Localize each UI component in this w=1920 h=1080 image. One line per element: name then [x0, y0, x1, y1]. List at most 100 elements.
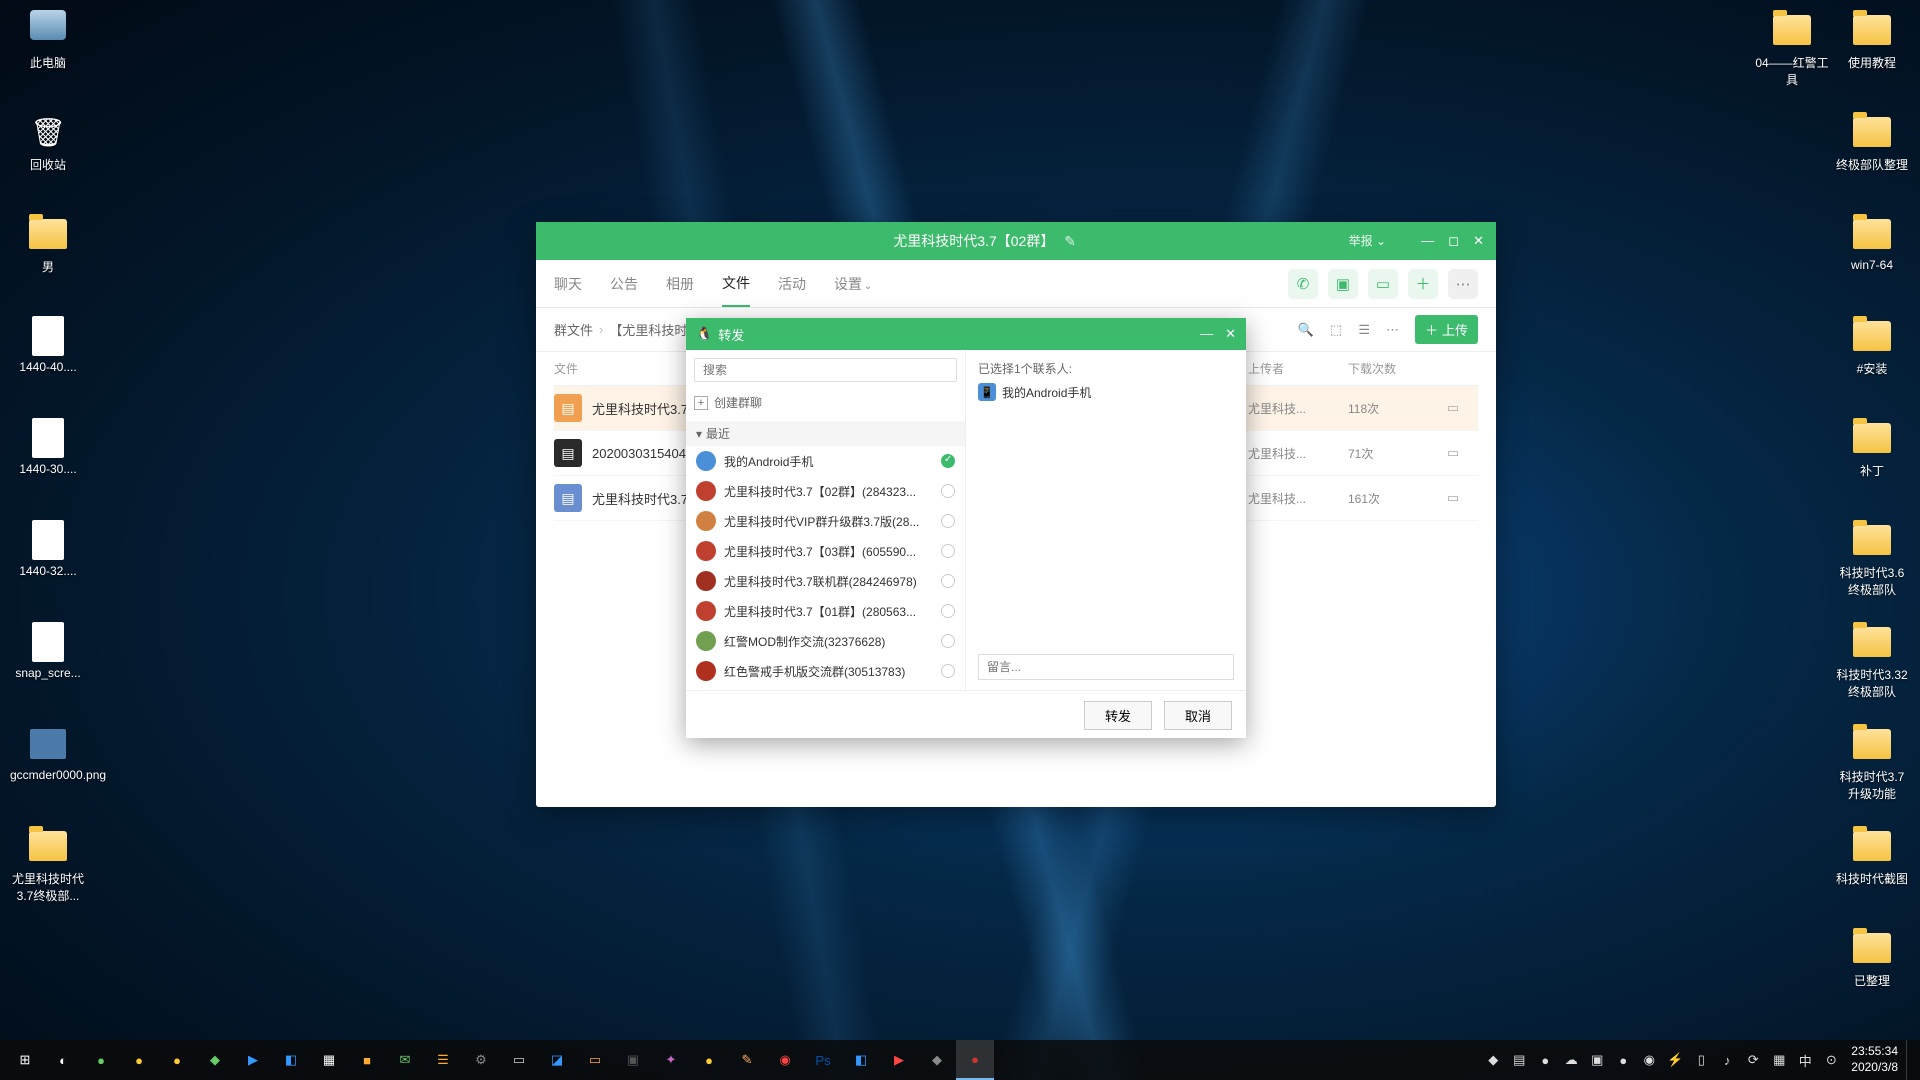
taskbar-app[interactable]: ◪	[538, 1040, 576, 1080]
fwd-close[interactable]: ✕	[1225, 326, 1236, 342]
taskbar-app[interactable]: ◆	[918, 1040, 956, 1080]
desktop-icon-04——红警工具[interactable]: 04——红警工具	[1754, 10, 1830, 88]
taskbar-app[interactable]: ◆	[196, 1040, 234, 1080]
forward-contact[interactable]: 红色警戒手机版交流群(30513783)	[686, 656, 965, 686]
create-group-button[interactable]: +创建群聊	[694, 390, 957, 415]
tray-icon[interactable]: ●	[1611, 1040, 1635, 1080]
tray-icon[interactable]: ▦	[1767, 1040, 1791, 1080]
desktop-icon-#安装[interactable]: #安装	[1834, 316, 1910, 377]
folder-icon[interactable]: ▭	[1428, 445, 1478, 461]
taskbar-app[interactable]: ⊞	[6, 1040, 44, 1080]
tray-icon[interactable]: ⊙	[1819, 1040, 1843, 1080]
folder-icon[interactable]: ▭	[1428, 490, 1478, 506]
recent-section[interactable]: ▾最近	[686, 421, 965, 446]
taskbar-app[interactable]: ▦	[310, 1040, 348, 1080]
tray-icon[interactable]: ◆	[1481, 1040, 1505, 1080]
fwd-minimize[interactable]: —	[1200, 326, 1213, 342]
forward-contact[interactable]: 尤里科技时代3.7【01群】(280563...	[686, 596, 965, 626]
tray-icon[interactable]: ☁	[1559, 1040, 1583, 1080]
edit-title-icon[interactable]: ✎	[1064, 233, 1076, 249]
forward-search-input[interactable]	[694, 358, 957, 382]
forward-contact[interactable]: 尤里科技时代3.7【02群】(284323...	[686, 476, 965, 506]
desktop-icon-1440-30....[interactable]: 1440-30....	[10, 418, 86, 476]
taskbar-app[interactable]: ▶	[234, 1040, 272, 1080]
call-icon[interactable]: ✆	[1288, 269, 1318, 299]
desktop-icon-win7-64[interactable]: win7-64	[1834, 214, 1910, 272]
tab-announce[interactable]: 公告	[610, 262, 638, 306]
desktop-icon-终极部队整理[interactable]: 终极部队整理	[1834, 112, 1910, 173]
tray-icon[interactable]: ⟳	[1741, 1040, 1765, 1080]
add-icon[interactable]: ＋	[1408, 269, 1438, 299]
tab-files[interactable]: 文件	[722, 261, 750, 307]
desktop-icon-尤里科技时代3.7终极部...[interactable]: 尤里科技时代3.7终极部...	[10, 826, 86, 904]
taskbar-app[interactable]: ■	[348, 1040, 386, 1080]
tab-album[interactable]: 相册	[666, 262, 694, 306]
search-icon[interactable]: 🔍	[1298, 322, 1314, 338]
close-button[interactable]: ✕	[1473, 233, 1484, 249]
forward-contact[interactable]: 尤里科技时代VIP群升级群3.7版(28...	[686, 506, 965, 536]
tray-icon[interactable]: 中	[1793, 1040, 1817, 1080]
forward-contact[interactable]: 红警MOD制作交流(32376628)	[686, 626, 965, 656]
forward-contact[interactable]: 红警2交流群(324981846)	[686, 686, 965, 690]
contact-radio[interactable]	[941, 454, 955, 468]
tab-activity[interactable]: 活动	[778, 262, 806, 306]
desktop-icon-回收站[interactable]: 🗑回收站	[10, 112, 86, 173]
desktop-icon-科技时代截图[interactable]: 科技时代截图	[1834, 826, 1910, 887]
contact-radio[interactable]	[941, 514, 955, 528]
desktop-icon-男[interactable]: 男	[10, 214, 86, 275]
forward-contact[interactable]: 尤里科技时代3.7【03群】(605590...	[686, 536, 965, 566]
report-link[interactable]: 举报 ⌄	[1349, 232, 1386, 249]
forward-message-input[interactable]	[978, 654, 1234, 680]
selected-contact[interactable]: 📱 我的Android手机	[978, 383, 1234, 401]
contact-radio[interactable]	[941, 484, 955, 498]
breadcrumb-root[interactable]: 群文件	[554, 320, 593, 339]
desktop-icon-使用教程[interactable]: 使用教程	[1834, 10, 1910, 71]
taskbar-app[interactable]: ▭	[576, 1040, 614, 1080]
tray-icon[interactable]: ♪	[1715, 1040, 1739, 1080]
taskbar-app[interactable]: ✦	[652, 1040, 690, 1080]
list-icon[interactable]: ☰	[1358, 322, 1370, 338]
contact-radio[interactable]	[941, 634, 955, 648]
desktop-icon-gccmder0000.png[interactable]: gccmder0000.png	[10, 724, 86, 782]
breadcrumb-current[interactable]: 【尤里科技时	[609, 320, 687, 339]
tray-icon[interactable]: ▣	[1585, 1040, 1609, 1080]
taskbar-app[interactable]: ▣	[614, 1040, 652, 1080]
forward-contact[interactable]: 尤里科技时代3.7联机群(284246978)	[686, 566, 965, 596]
desktop-icon-已整理[interactable]: 已整理	[1834, 928, 1910, 989]
tray-icon[interactable]: ▯	[1689, 1040, 1713, 1080]
taskbar-app[interactable]: ✎	[728, 1040, 766, 1080]
desktop-icon-此电脑[interactable]: 此电脑	[10, 10, 86, 71]
forward-titlebar[interactable]: 🐧 转发 — ✕	[686, 318, 1246, 350]
taskbar-app[interactable]: ▶	[880, 1040, 918, 1080]
tray-icon[interactable]: ●	[1533, 1040, 1557, 1080]
taskbar-app[interactable]: ●	[690, 1040, 728, 1080]
tray-icon[interactable]: ⚡	[1663, 1040, 1687, 1080]
taskbar-app[interactable]: ●	[956, 1040, 994, 1080]
taskbar-app[interactable]: Ps	[804, 1040, 842, 1080]
show-desktop-button[interactable]	[1906, 1040, 1914, 1080]
tray-icon[interactable]: ◉	[1637, 1040, 1661, 1080]
contact-radio[interactable]	[941, 664, 955, 678]
desktop-icon-科技时代3.7升级功能[interactable]: 科技时代3.7升级功能	[1834, 724, 1910, 802]
desktop-icon-1440-32....[interactable]: 1440-32....	[10, 520, 86, 578]
desktop-icon-科技时代3.32终极部队[interactable]: 科技时代3.32终极部队	[1834, 622, 1910, 700]
taskbar-app[interactable]: ⚙	[462, 1040, 500, 1080]
forward-cancel-button[interactable]: 取消	[1164, 701, 1232, 730]
desktop-icon-snap_scre...[interactable]: snap_scre...	[10, 622, 86, 680]
contact-radio[interactable]	[941, 544, 955, 558]
taskbar-app[interactable]: ●	[120, 1040, 158, 1080]
taskbar-app[interactable]: ▭	[500, 1040, 538, 1080]
more-tools-icon[interactable]: ⋯	[1386, 322, 1399, 338]
taskbar-app[interactable]: ◉	[766, 1040, 804, 1080]
contact-radio[interactable]	[941, 574, 955, 588]
desktop-icon-1440-40....[interactable]: 1440-40....	[10, 316, 86, 374]
more-icon[interactable]: ⋯	[1448, 269, 1478, 299]
taskbar-clock[interactable]: 23:55:34 2020/3/8	[1843, 1044, 1906, 1075]
contact-radio[interactable]	[941, 604, 955, 618]
folder-icon[interactable]: ▭	[1428, 400, 1478, 416]
inbox-icon[interactable]: ⬚	[1330, 322, 1342, 338]
forward-confirm-button[interactable]: 转发	[1084, 701, 1152, 730]
taskbar-app[interactable]: ◧	[272, 1040, 310, 1080]
taskbar-app[interactable]: ☰	[424, 1040, 462, 1080]
forward-contact[interactable]: 我的Android手机	[686, 446, 965, 476]
